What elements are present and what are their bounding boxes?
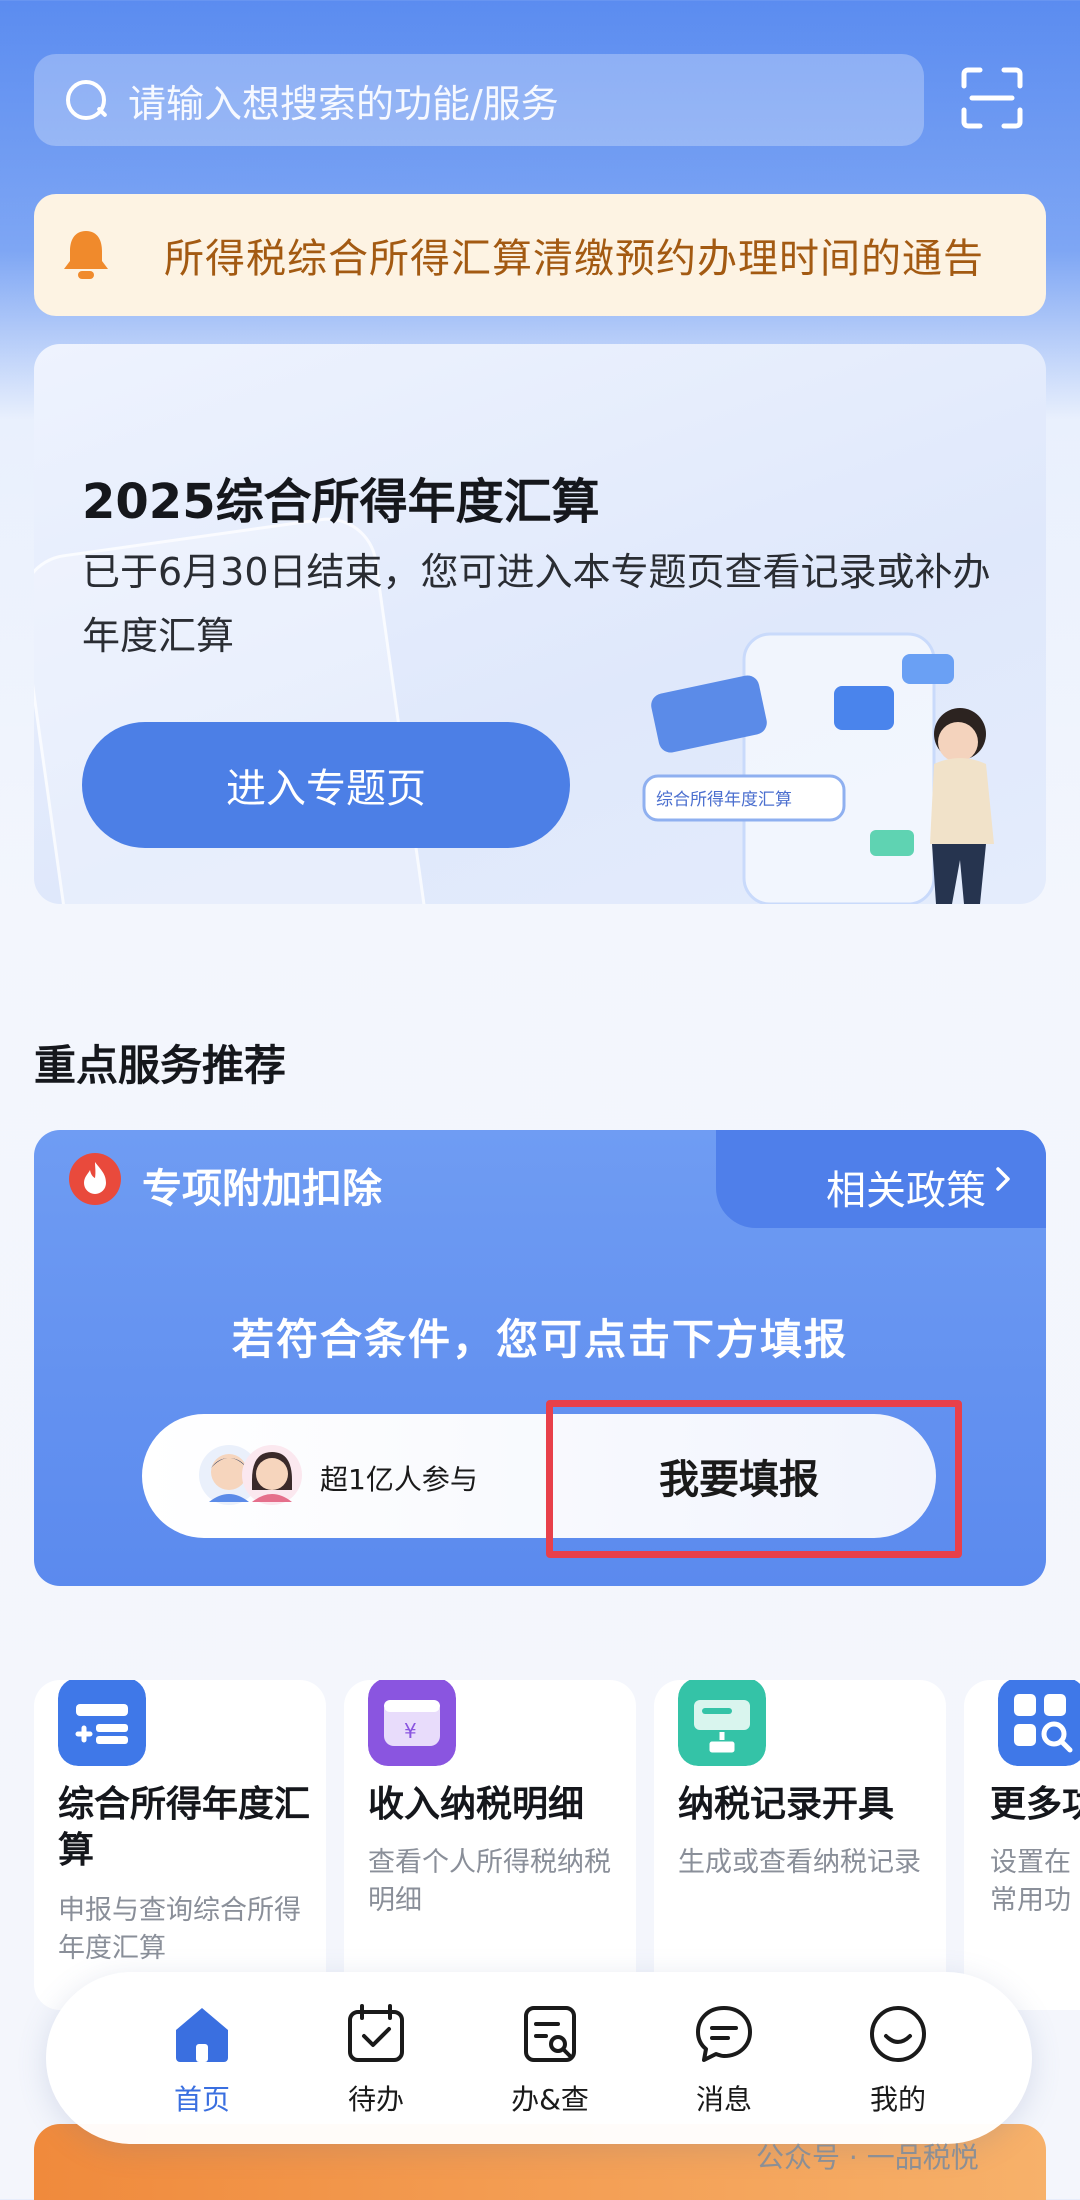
feature-title: 更多功 <box>990 1784 1080 1825</box>
nav-label: 消息 <box>695 2083 752 2116</box>
feature-desc: 设置在常用功 <box>990 1847 1071 1916</box>
feature-card-tax-record[interactable]: 纳税记录开具 生成或查看纳税记录 <box>654 1680 946 2010</box>
document-search-icon <box>524 2006 576 2062</box>
settlement-icon <box>58 1680 146 1766</box>
feature-title: 纳税记录开具 <box>678 1784 895 1825</box>
bell-icon <box>64 231 108 279</box>
stamp-icon <box>678 1680 766 1766</box>
nav-item-messages[interactable]: 消息 <box>664 2002 784 2118</box>
search-bar[interactable]: 请输入想搜索的功能/服务 <box>34 54 924 146</box>
policy-link[interactable]: 相关政策 <box>826 1158 986 1216</box>
nav-item-mine[interactable]: 我的 <box>838 2002 958 2118</box>
feature-title: 综合所得年度汇算 <box>58 1784 311 1871</box>
notice-text: 所得税综合所得汇算清缴预约办理时间的通告 <box>164 236 984 282</box>
nav-label: 待办 <box>347 2083 404 2116</box>
feature-card-more[interactable]: 更多功 设置在常用功 <box>964 1680 1080 2010</box>
calendar-check-icon <box>348 2004 404 2062</box>
nav-label: 办&查 <box>511 2083 589 2116</box>
feature-card-annual-settlement[interactable]: 综合所得年度汇算 申报与查询综合所得年度汇算 <box>34 1680 326 2010</box>
participants-count: 超1亿人参与 <box>320 1463 478 1496</box>
illustration-label: 综合所得年度汇算 <box>656 790 792 810</box>
nav-item-todo[interactable]: 待办 <box>316 2002 436 2118</box>
feature-title: 收入纳税明细 <box>368 1784 585 1825</box>
feature-desc: 申报与查询综合所得年度汇算 <box>58 1895 301 1964</box>
nav-item-handle-query[interactable]: 办&查 <box>490 2002 610 2118</box>
nav-item-home[interactable]: 首页 <box>142 2002 262 2118</box>
svg-text:¥: ¥ <box>404 1719 417 1743</box>
wallet-icon: ¥ <box>368 1680 456 1766</box>
feature-desc: 生成或查看纳税记录 <box>678 1847 921 1878</box>
flame-icon <box>69 1153 121 1205</box>
annual-settlement-banner[interactable]: 2025综合所得年度汇算 已于6月30日结束，您可进入本专题页查看记录或补办年度… <box>34 344 1046 904</box>
enter-topic-button[interactable]: 进入专题页 <box>82 722 570 848</box>
feature-desc: 查看个人所得税纳税明细 <box>368 1847 611 1916</box>
nav-label: 我的 <box>869 2083 926 2116</box>
search-icon <box>62 76 110 124</box>
search-input[interactable]: 请输入想搜索的功能/服务 <box>128 73 559 128</box>
scan-icon[interactable] <box>960 66 1024 130</box>
service-name: 专项附加扣除 <box>142 1166 382 1212</box>
nav-label: 首页 <box>173 2083 230 2116</box>
watermark: 公众号 · 一品税悦 <box>756 2141 979 2174</box>
avatar-group-icon <box>199 1445 302 1505</box>
banner-title: 2025综合所得年度汇算 <box>82 474 600 530</box>
notice-bar[interactable]: 所得税综合所得汇算清缴预约办理时间的通告 <box>34 194 1046 316</box>
grid-search-icon <box>998 1680 1080 1766</box>
section-title: 重点服务推荐 <box>34 1041 287 1090</box>
banner-illustration: 综合所得年度汇算 <box>642 632 994 904</box>
highlight-box <box>546 1400 962 1558</box>
bottom-nav: 首页 待办 办&查 消息 我的 <box>46 1972 1032 2144</box>
feature-card-income-details[interactable]: ¥ 收入纳税明细 查看个人所得税纳税明细 <box>344 1680 636 2010</box>
chevron-right-icon <box>996 1167 1010 1191</box>
service-prompt: 若符合条件，您可点击下方填报 <box>231 1315 848 1364</box>
chat-icon <box>696 2006 752 2062</box>
home-icon <box>176 2008 228 2062</box>
smile-icon <box>870 2006 926 2062</box>
